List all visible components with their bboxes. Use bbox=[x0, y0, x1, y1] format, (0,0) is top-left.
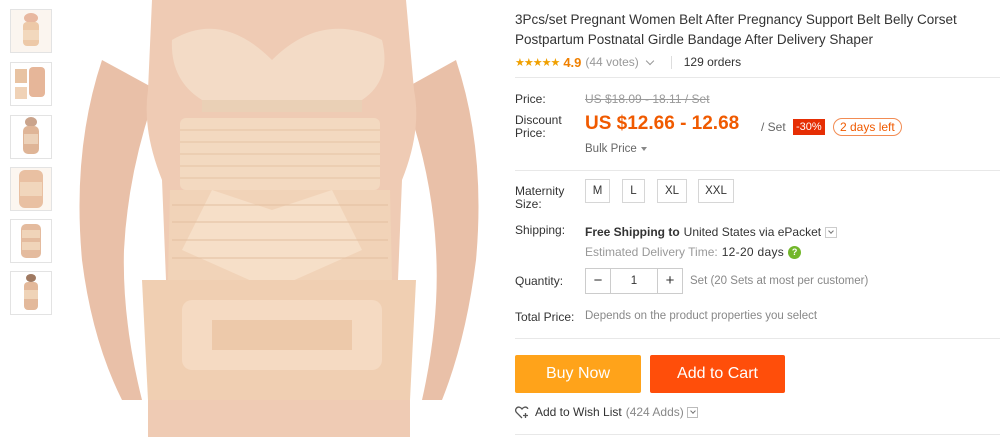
chevron-down-icon[interactable] bbox=[825, 226, 838, 238]
estimated-delivery-label: Estimated Delivery Time: bbox=[585, 245, 718, 259]
discount-badge: -30% bbox=[793, 119, 825, 135]
thumbnail-2[interactable] bbox=[10, 62, 52, 106]
price-unit: / Set bbox=[761, 120, 786, 134]
time-left-badge: 2 days left bbox=[833, 118, 902, 136]
estimated-delivery-days: 12-20 days bbox=[721, 245, 785, 259]
bulk-price-toggle[interactable]: Bulk Price bbox=[585, 143, 647, 155]
total-price-label: Total Price: bbox=[515, 310, 575, 324]
divider bbox=[515, 170, 1000, 171]
size-option-m[interactable]: M bbox=[585, 179, 610, 203]
rating-row: ★★★★★ 4.9 (44 votes) 129 orders bbox=[515, 53, 741, 71]
discount-label-line2: Price: bbox=[515, 126, 546, 140]
product-title[interactable]: 3Pcs/set Pregnant Women Belt After Pregn… bbox=[515, 10, 995, 50]
votes-link[interactable]: (44 votes) bbox=[585, 55, 638, 69]
price-label: Price: bbox=[515, 92, 546, 106]
thumbnail-3[interactable] bbox=[10, 115, 52, 159]
total-price-note: Depends on the product properties you se… bbox=[585, 310, 818, 322]
quantity-note: Set (20 Sets at most per customer) bbox=[690, 275, 869, 287]
shipping-destination[interactable]: United States via ePacket bbox=[684, 225, 821, 239]
discount-price: US $12.66 - 12.68 bbox=[585, 113, 740, 134]
size-option-l[interactable]: L bbox=[622, 179, 645, 203]
price-section: Price: US $18.09 - 18.11 / Set Discount … bbox=[498, 80, 1000, 170]
size-label: Maternity Size: bbox=[515, 185, 564, 211]
heart-plus-icon[interactable] bbox=[515, 405, 529, 419]
chevron-down-icon[interactable] bbox=[645, 56, 654, 65]
thumbnail-6[interactable] bbox=[10, 271, 52, 315]
wishlist-count: (424 Adds) bbox=[625, 405, 684, 419]
estimated-delivery: Estimated Delivery Time: 12-20 days ? bbox=[585, 245, 802, 259]
size-option-xxl[interactable]: XXL bbox=[698, 179, 734, 203]
star-rating-icon: ★★★★★ bbox=[515, 56, 560, 69]
help-icon[interactable]: ? bbox=[788, 245, 802, 259]
quantity-stepper: − 1 + bbox=[585, 268, 683, 294]
bulk-price-label: Bulk Price bbox=[585, 143, 637, 155]
product-photo bbox=[62, 0, 496, 437]
free-shipping-text: Free Shipping to bbox=[585, 225, 680, 239]
rating-value: 4.9 bbox=[563, 54, 582, 70]
quantity-plus-button[interactable]: + bbox=[658, 269, 682, 293]
main-product-image[interactable] bbox=[62, 0, 496, 437]
buy-now-button[interactable]: Buy Now bbox=[515, 355, 641, 393]
product-page: 3Pcs/set Pregnant Women Belt After Pregn… bbox=[0, 0, 1000, 437]
thumbnail-list bbox=[0, 0, 62, 437]
thumbnail-4[interactable] bbox=[10, 167, 52, 211]
rating-separator bbox=[670, 55, 672, 69]
divider bbox=[515, 77, 1000, 78]
product-info-panel: 3Pcs/set Pregnant Women Belt After Pregn… bbox=[498, 0, 1000, 437]
size-label-line2: Size: bbox=[515, 197, 542, 211]
quantity-minus-button[interactable]: − bbox=[586, 269, 610, 293]
thumbnail-1[interactable] bbox=[10, 9, 52, 53]
shipping-info: Free Shipping to United States via ePack… bbox=[585, 225, 838, 239]
discount-price-label: Discount Price: bbox=[515, 114, 562, 140]
thumbnail-5[interactable] bbox=[10, 219, 52, 263]
shipping-label: Shipping: bbox=[515, 223, 566, 237]
quantity-label: Quantity: bbox=[515, 274, 564, 288]
wishlist-row: Add to Wish List (424 Adds) bbox=[515, 405, 698, 419]
caret-down-icon bbox=[640, 146, 647, 151]
add-to-cart-button[interactable]: Add to Cart bbox=[650, 355, 785, 393]
add-to-wishlist-link[interactable]: Add to Wish List bbox=[535, 405, 622, 419]
divider bbox=[515, 434, 1000, 435]
original-price: US $18.09 - 18.11 / Set bbox=[585, 92, 710, 106]
orders-count: 129 orders bbox=[683, 55, 742, 69]
chevron-down-icon[interactable] bbox=[686, 406, 698, 418]
quantity-input[interactable]: 1 bbox=[610, 269, 658, 293]
size-option-xl[interactable]: XL bbox=[657, 179, 687, 203]
divider bbox=[515, 338, 1000, 339]
